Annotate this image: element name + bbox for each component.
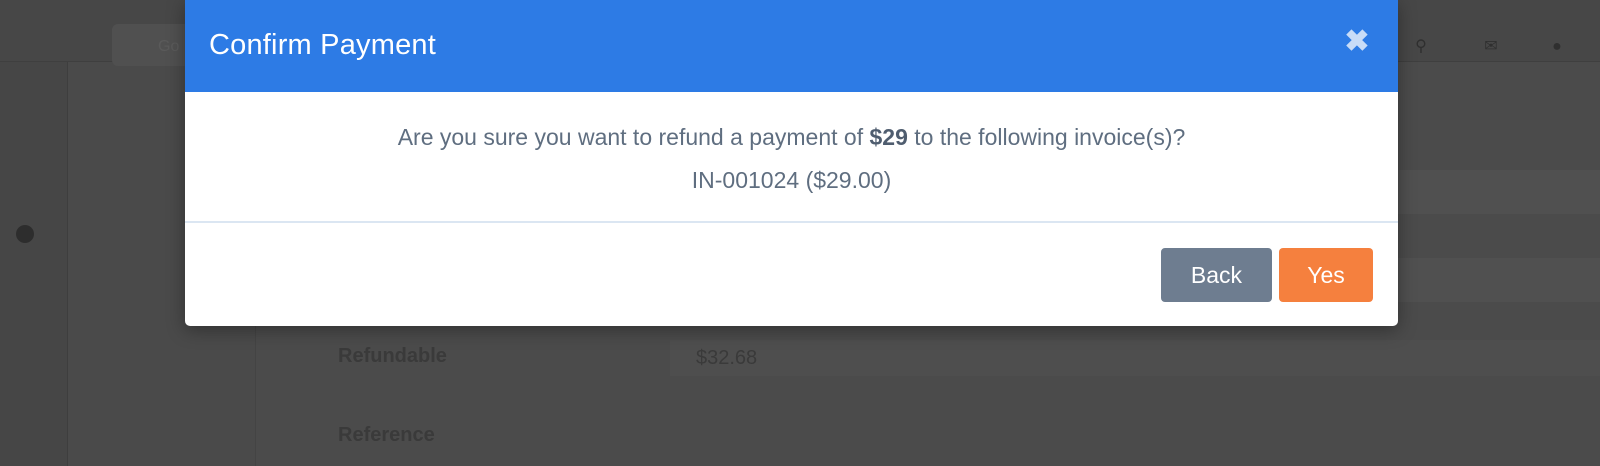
form-row-placeholder: [1398, 258, 1600, 302]
yes-button[interactable]: Yes: [1279, 248, 1373, 302]
invoice-line: IN-001024 ($29.00): [691, 167, 892, 193]
refund-amount: $29: [869, 124, 908, 150]
modal-body: Are you sure you want to refund a paymen…: [185, 92, 1398, 222]
confirm-payment-modal: Confirm Payment ✖ Are you sure you want …: [185, 0, 1398, 326]
mail-icon[interactable]: ✉: [1482, 38, 1500, 56]
close-icon[interactable]: ✖: [1341, 26, 1373, 58]
refundable-value: $32.68: [670, 340, 1600, 376]
search-icon[interactable]: ⚲: [1412, 38, 1430, 56]
sidebar-icon[interactable]: [16, 225, 34, 243]
modal-title: Confirm Payment: [209, 29, 437, 61]
user-icon[interactable]: ●: [1548, 38, 1566, 56]
modal-header: Confirm Payment ✖: [185, 0, 1398, 92]
form-row-placeholder: [1398, 170, 1600, 214]
modal-footer: Back Yes: [185, 223, 1398, 326]
back-button[interactable]: Back: [1161, 248, 1272, 302]
refundable-label: Refundable: [338, 345, 447, 367]
app-sidebar: [0, 62, 68, 466]
confirmation-message: Are you sure you want to refund a paymen…: [185, 122, 1398, 152]
reference-label: Reference: [338, 424, 435, 446]
search-box[interactable]: [112, 24, 192, 66]
refundable-value-text: $32.68: [696, 347, 758, 369]
search-box-text: Go: [158, 38, 180, 55]
message-prefix: Are you sure you want to refund a paymen…: [397, 124, 870, 150]
message-suffix: to the following invoice(s)?: [907, 124, 1186, 150]
